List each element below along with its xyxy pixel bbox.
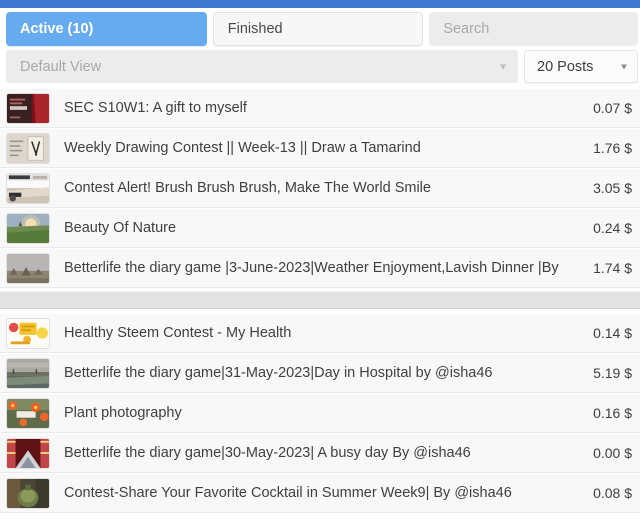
section-separator xyxy=(0,291,640,309)
post-thumbnail xyxy=(6,397,50,429)
list-item[interactable]: Contest-Share Your Favorite Cocktail in … xyxy=(0,473,640,513)
post-payout: 1.74 $ xyxy=(593,260,632,276)
post-thumbnail xyxy=(6,252,50,284)
post-title[interactable]: Contest Alert! Brush Brush Brush, Make T… xyxy=(64,180,585,196)
post-title[interactable]: Contest-Share Your Favorite Cocktail in … xyxy=(64,485,585,501)
post-payout: 0.14 $ xyxy=(593,325,632,341)
chevron-down-icon xyxy=(621,64,627,69)
list-item[interactable]: Betterlife the diary game|30-May-2023| A… xyxy=(0,433,640,473)
post-thumbnail xyxy=(6,212,50,244)
posts-per-page-select[interactable]: 20 Posts xyxy=(524,50,638,83)
post-payout: 0.00 $ xyxy=(593,445,632,461)
post-thumbnail xyxy=(6,132,50,164)
post-title[interactable]: Betterlife the diary game |3-June-2023|W… xyxy=(64,260,585,276)
post-title[interactable]: Weekly Drawing Contest || Week-13 || Dra… xyxy=(64,140,585,156)
list-item[interactable]: SEC S10W1: A gift to myself 0.07 $ xyxy=(0,88,640,128)
view-select[interactable]: Default View xyxy=(6,50,518,83)
search-input[interactable] xyxy=(429,12,638,46)
list-item[interactable]: Healthy Steem Contest - My Health 0.14 $ xyxy=(0,313,640,353)
post-title[interactable]: SEC S10W1: A gift to myself xyxy=(64,100,585,116)
tab-finished[interactable]: Finished xyxy=(212,12,424,46)
post-thumbnail xyxy=(6,437,50,469)
chevron-down-icon xyxy=(500,64,506,69)
post-payout: 0.08 $ xyxy=(593,485,632,501)
list-item[interactable]: Betterlife the diary game|31-May-2023|Da… xyxy=(0,353,640,393)
post-payout: 1.76 $ xyxy=(593,140,632,156)
post-title[interactable]: Beauty Of Nature xyxy=(64,220,585,236)
post-title[interactable]: Betterlife the diary game|30-May-2023| A… xyxy=(64,445,585,461)
tab-active[interactable]: Active (10) xyxy=(6,12,207,46)
filter-bar: Default View 20 Posts xyxy=(0,50,640,88)
list-item[interactable]: Plant photography 0.16 $ xyxy=(0,393,640,433)
post-payout: 5.19 $ xyxy=(593,365,632,381)
list-item[interactable]: Contest Alert! Brush Brush Brush, Make T… xyxy=(0,168,640,208)
post-thumbnail xyxy=(6,172,50,204)
post-payout: 0.24 $ xyxy=(593,220,632,236)
post-payout: 3.05 $ xyxy=(593,180,632,196)
list-item[interactable]: Beauty Of Nature 0.24 $ xyxy=(0,208,640,248)
list-item[interactable]: Weekly Drawing Contest || Week-13 || Dra… xyxy=(0,128,640,168)
post-thumbnail xyxy=(6,317,50,349)
post-title[interactable]: Plant photography xyxy=(64,405,585,421)
list-item[interactable]: Betterlife the diary game |3-June-2023|W… xyxy=(0,248,640,288)
post-thumbnail xyxy=(6,477,50,509)
post-payout: 0.16 $ xyxy=(593,405,632,421)
post-thumbnail xyxy=(6,357,50,389)
post-title[interactable]: Betterlife the diary game|31-May-2023|Da… xyxy=(64,365,585,381)
view-select-label: Default View xyxy=(20,58,102,75)
post-payout: 0.07 $ xyxy=(593,100,632,116)
posts-per-page-label: 20 Posts xyxy=(537,58,594,75)
tab-bar: Active (10) Finished xyxy=(0,8,640,50)
post-list: SEC S10W1: A gift to myself 0.07 $ Weekl… xyxy=(0,88,640,513)
search-field-wrapper xyxy=(429,12,638,50)
post-thumbnail xyxy=(6,92,50,124)
top-accent-bar xyxy=(0,0,640,8)
post-title[interactable]: Healthy Steem Contest - My Health xyxy=(64,325,585,341)
